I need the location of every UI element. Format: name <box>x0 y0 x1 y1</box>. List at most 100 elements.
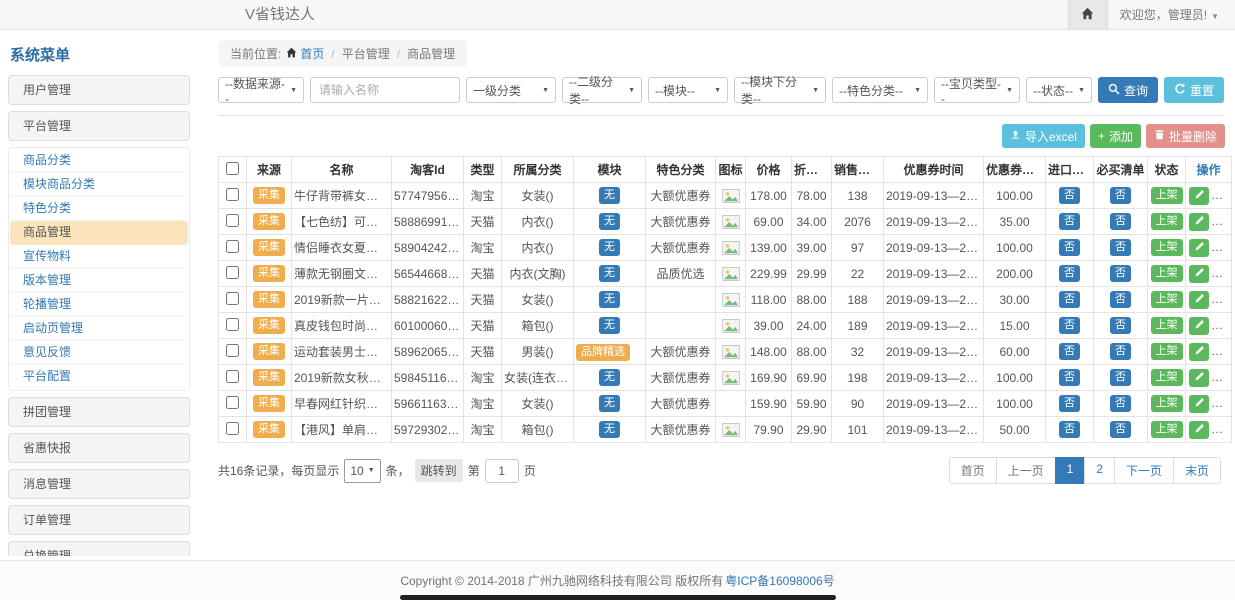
coupon-amount: 100.00 <box>984 391 1046 417</box>
edit-button[interactable] <box>1189 187 1209 205</box>
import-excel-button[interactable]: 导入excel <box>1002 124 1085 148</box>
import-select-badge[interactable]: 否 <box>1059 343 1080 360</box>
sidebar-group-用户管理[interactable]: 用户管理 <box>8 75 190 105</box>
jump-page-input[interactable] <box>485 459 519 483</box>
import-select-badge[interactable]: 否 <box>1059 291 1080 308</box>
filter-select-category-level2[interactable]: --二级分类--▼ <box>562 77 642 103</box>
sidebar-group-省惠快报[interactable]: 省惠快报 <box>8 433 190 463</box>
row-checkbox[interactable] <box>226 292 239 305</box>
filter-select-item-type[interactable]: --宝贝类型--▼ <box>934 77 1020 103</box>
sidebar-link-模块商品分类[interactable]: 模块商品分类 <box>10 173 188 197</box>
icp-link[interactable]: 粤ICP备16098006号 <box>725 572 834 589</box>
status-badge[interactable]: 上架 <box>1151 187 1183 204</box>
edit-button[interactable] <box>1189 213 1209 231</box>
row-checkbox[interactable] <box>226 422 239 435</box>
sidebar-link-轮播管理[interactable]: 轮播管理 <box>10 293 188 317</box>
import-select-badge[interactable]: 否 <box>1059 239 1080 256</box>
sidebar-group-兑换管理[interactable]: 兑换管理 <box>8 541 190 556</box>
jump-button[interactable]: 跳转到 <box>415 459 463 482</box>
search-button[interactable]: 查询 <box>1098 77 1158 103</box>
status-badge[interactable]: 上架 <box>1151 239 1183 256</box>
import-select-badge[interactable]: 否 <box>1059 317 1080 334</box>
add-button[interactable]: + 添加 <box>1090 124 1141 148</box>
per-page-select[interactable]: 10 ▼ <box>344 459 380 483</box>
reset-button[interactable]: 重置 <box>1164 77 1224 103</box>
row-checkbox[interactable] <box>226 318 239 331</box>
sidebar-link-特色分类[interactable]: 特色分类 <box>10 197 188 221</box>
edit-button[interactable] <box>1189 317 1209 335</box>
sidebar-group-拼团管理[interactable]: 拼团管理 <box>8 397 190 427</box>
sidebar-link-商品管理[interactable]: 商品管理 <box>10 221 188 245</box>
must-buy-badge[interactable]: 否 <box>1110 369 1131 386</box>
sidebar-link-意见反馈[interactable]: 意见反馈 <box>10 341 188 365</box>
import-select-badge[interactable]: 否 <box>1059 265 1080 282</box>
sidebar-link-启动页管理[interactable]: 启动页管理 <box>10 317 188 341</box>
status-badge[interactable]: 上架 <box>1151 317 1183 334</box>
filter-select-status[interactable]: --状态--▼ <box>1026 77 1092 103</box>
filter-select-data-source[interactable]: --数据来源--▼ <box>218 77 304 103</box>
row-checkbox[interactable] <box>226 188 239 201</box>
status-badge[interactable]: 上架 <box>1151 213 1183 230</box>
jump-prefix: 第 <box>468 462 480 479</box>
import-select-badge[interactable]: 否 <box>1059 187 1080 204</box>
user-menu[interactable]: 欢迎您，管理员!▼ <box>1120 6 1219 23</box>
filter-select-module-sub[interactable]: --模块下分类--▼ <box>734 77 826 103</box>
filter-select-module[interactable]: --模块--▼ <box>648 77 728 103</box>
edit-button[interactable] <box>1189 395 1209 413</box>
edit-button[interactable] <box>1189 343 1209 361</box>
filter-select-category-level1[interactable]: 一级分类▼ <box>466 77 556 103</box>
import-select-badge[interactable]: 否 <box>1059 213 1080 230</box>
page-button-1[interactable]: 1 <box>1055 457 1086 484</box>
status-badge[interactable]: 上架 <box>1151 265 1183 282</box>
must-buy-badge[interactable]: 否 <box>1110 291 1131 308</box>
page-button-下一页[interactable]: 下一页 <box>1114 457 1174 484</box>
discount-price: 88.00 <box>792 287 832 313</box>
status-badge[interactable]: 上架 <box>1151 395 1183 412</box>
edit-button[interactable] <box>1189 239 1209 257</box>
breadcrumb-home-link[interactable]: 首页 <box>286 45 324 62</box>
must-buy-badge[interactable]: 否 <box>1110 239 1131 256</box>
name-search-input[interactable] <box>310 77 460 103</box>
row-checkbox[interactable] <box>226 240 239 253</box>
status-badge[interactable]: 上架 <box>1151 291 1183 308</box>
filter-select-feature-category[interactable]: --特色分类--▼ <box>832 77 928 103</box>
sidebar-link-商品分类[interactable]: 商品分类 <box>10 149 188 173</box>
status-badge[interactable]: 上架 <box>1151 343 1183 360</box>
sidebar-link-宣传物料[interactable]: 宣传物料 <box>10 245 188 269</box>
must-buy-badge[interactable]: 否 <box>1110 265 1131 282</box>
page-button-末页[interactable]: 末页 <box>1173 457 1221 484</box>
must-buy-badge[interactable]: 否 <box>1110 395 1131 412</box>
row-checkbox[interactable] <box>226 214 239 227</box>
batch-delete-button[interactable]: 批量删除 <box>1146 124 1225 148</box>
edit-button[interactable] <box>1189 265 1209 283</box>
must-buy-badge[interactable]: 否 <box>1110 187 1131 204</box>
table-row: 采集【七色纺】可爱纯棉家...588869917501天猫内衣()无大额优惠券6… <box>219 209 1232 235</box>
row-checkbox[interactable] <box>226 370 239 383</box>
must-buy-badge[interactable]: 否 <box>1110 421 1131 438</box>
import-select-badge[interactable]: 否 <box>1059 395 1080 412</box>
status-badge[interactable]: 上架 <box>1151 421 1183 438</box>
page-button-上一页[interactable]: 上一页 <box>996 457 1056 484</box>
product-image-icon <box>722 240 740 254</box>
sidebar-group-平台管理[interactable]: 平台管理 <box>8 111 190 141</box>
status-badge[interactable]: 上架 <box>1151 369 1183 386</box>
page-button-首页[interactable]: 首页 <box>949 457 997 484</box>
edit-button[interactable] <box>1189 369 1209 387</box>
must-buy-badge[interactable]: 否 <box>1110 213 1131 230</box>
sidebar-link-版本管理[interactable]: 版本管理 <box>10 269 188 293</box>
select-all-checkbox[interactable] <box>226 162 239 175</box>
row-checkbox[interactable] <box>226 344 239 357</box>
sidebar-group-消息管理[interactable]: 消息管理 <box>8 469 190 499</box>
import-select-badge[interactable]: 否 <box>1059 421 1080 438</box>
row-checkbox[interactable] <box>226 266 239 279</box>
edit-button[interactable] <box>1189 291 1209 309</box>
page-button-2[interactable]: 2 <box>1084 457 1115 484</box>
sidebar-link-平台配置[interactable]: 平台配置 <box>10 365 188 389</box>
edit-button[interactable] <box>1189 421 1209 439</box>
home-button[interactable] <box>1068 0 1108 29</box>
sidebar-group-订单管理[interactable]: 订单管理 <box>8 505 190 535</box>
must-buy-badge[interactable]: 否 <box>1110 343 1131 360</box>
must-buy-badge[interactable]: 否 <box>1110 317 1131 334</box>
import-select-badge[interactable]: 否 <box>1059 369 1080 386</box>
row-checkbox[interactable] <box>226 396 239 409</box>
